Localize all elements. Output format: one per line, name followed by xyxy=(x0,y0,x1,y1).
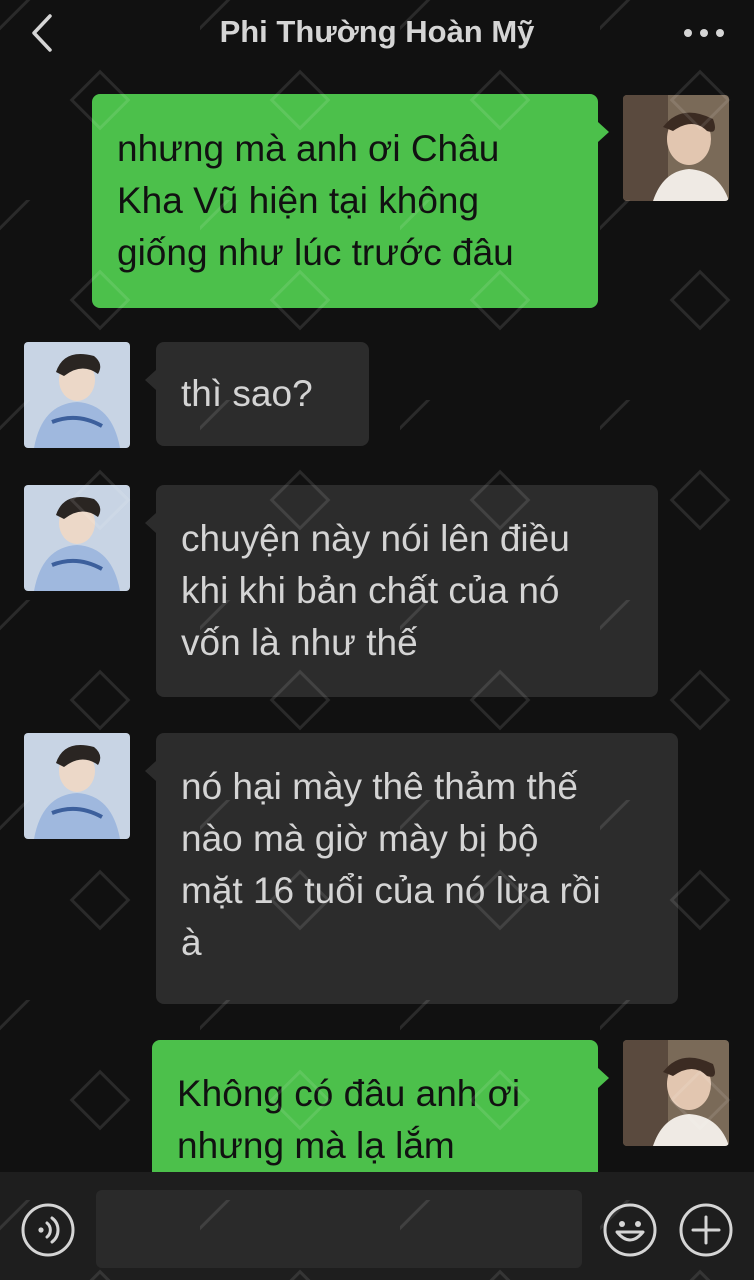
message-line: mặt 16 tuổi của nó lừa rồi xyxy=(181,870,601,911)
more-functions-button[interactable] xyxy=(678,1202,734,1258)
message-line: nào mà giờ mày bị bộ xyxy=(181,818,539,859)
voice-icon xyxy=(21,1203,75,1257)
contact-avatar-photo xyxy=(24,342,130,448)
message-bubble[interactable]: chuyện này nói lên điều khi khi bản chất… xyxy=(156,485,658,697)
message-line: chuyện này nói lên điều xyxy=(181,518,570,559)
message-line: à xyxy=(181,922,202,963)
message-line: khi khi bản chất của nó xyxy=(181,570,560,611)
bubble-tail xyxy=(145,761,156,781)
message-line: vốn là như thế xyxy=(181,622,418,663)
contact-avatar-photo xyxy=(24,733,130,839)
emoji-button[interactable] xyxy=(602,1202,658,1258)
more-dots-icon xyxy=(684,29,724,37)
input-bar xyxy=(0,1172,754,1280)
chat-header: Phi Thường Hoàn Mỹ xyxy=(0,0,754,72)
bubble-tail xyxy=(598,122,609,142)
message-bubble[interactable]: nó hại mày thê thảm thế nào mà giờ mày b… xyxy=(156,733,678,1004)
bubble-tail xyxy=(145,513,156,533)
avatar[interactable] xyxy=(24,342,130,448)
voice-button[interactable] xyxy=(20,1202,76,1258)
message-line: nhưng mà lạ lắm xyxy=(177,1125,455,1166)
message-line: Kha Vũ hiện tại không xyxy=(117,180,480,221)
contact-avatar-photo xyxy=(24,485,130,591)
message-list[interactable]: nhưng mà anh ơi Châu Kha Vũ hiện tại khô… xyxy=(0,72,754,1172)
plus-icon xyxy=(679,1203,733,1257)
bubble-tail xyxy=(598,1068,609,1088)
emoji-icon xyxy=(603,1203,657,1257)
message-input[interactable] xyxy=(96,1190,582,1268)
message-bubble[interactable]: thì sao? xyxy=(156,342,369,446)
message-line: nó hại mày thê thảm thế xyxy=(181,766,578,807)
message-line: nhưng mà anh ơi Châu xyxy=(117,128,500,169)
self-avatar-photo xyxy=(623,95,729,201)
message-bubble[interactable]: Không có đâu anh ơi nhưng mà lạ lắm xyxy=(152,1040,598,1172)
self-avatar-photo xyxy=(623,1040,729,1146)
message-line: Không có đâu anh ơi xyxy=(177,1073,521,1114)
bubble-tail xyxy=(145,370,156,390)
more-button[interactable] xyxy=(682,22,726,44)
chat-title: Phi Thường Hoàn Mỹ xyxy=(219,14,535,49)
message-bubble[interactable]: nhưng mà anh ơi Châu Kha Vũ hiện tại khô… xyxy=(92,94,598,308)
message-line: thì sao? xyxy=(181,373,313,414)
avatar[interactable] xyxy=(24,485,130,591)
message-line: giống như lúc trước đâu xyxy=(117,232,514,273)
avatar[interactable] xyxy=(24,733,130,839)
avatar[interactable] xyxy=(623,95,729,201)
avatar[interactable] xyxy=(623,1040,729,1146)
